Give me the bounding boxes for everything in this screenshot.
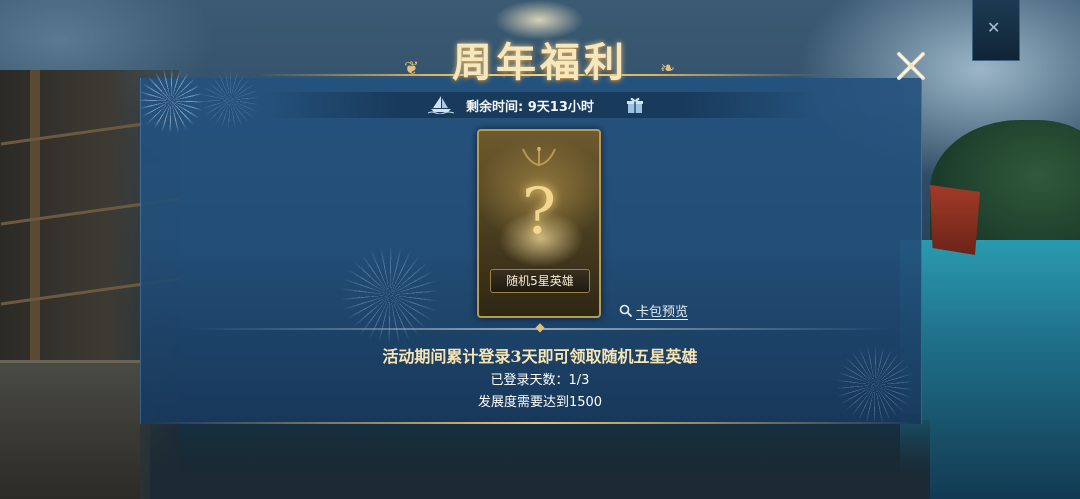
close-icon [897, 52, 925, 80]
firework-decoration [835, 345, 915, 425]
preview-link-label: 卡包预览 [636, 305, 689, 320]
ship-deck [150, 420, 930, 499]
corner-x-icon: ✕ [987, 18, 1001, 37]
corner-tab: ✕ [972, 0, 1020, 61]
page-title: 周年福利 [452, 39, 628, 86]
event-description: 活动期间累计登录3天即可领取随机五星英雄 [382, 347, 698, 366]
gift-icon [627, 97, 643, 113]
firework-decoration [138, 68, 204, 134]
panel-bottom-border [150, 422, 920, 424]
crest-icon [522, 147, 556, 167]
firework-decoration [200, 70, 260, 130]
reward-card-label: 随机5星英雄 [490, 269, 590, 293]
divider-ornament-icon: ◆ [535, 320, 545, 334]
close-button[interactable] [893, 48, 929, 84]
card-pack-preview-link[interactable]: 卡包预览 [619, 301, 688, 320]
development-requirement: 发展度需要达到1500 [477, 395, 603, 410]
cargo-crates [0, 360, 140, 499]
ship-mast [30, 70, 40, 400]
remaining-time: 剩余时间: 9天13小时 [466, 100, 594, 115]
search-icon [619, 304, 632, 317]
mystery-question-mark: ? [521, 175, 557, 249]
reward-card[interactable]: ? 随机5星英雄 [477, 129, 601, 318]
sailboat-icon [428, 96, 454, 114]
firework-decoration [340, 245, 440, 345]
login-progress: 已登录天数：1/3 [490, 373, 590, 388]
distant-red-sail [930, 185, 980, 255]
